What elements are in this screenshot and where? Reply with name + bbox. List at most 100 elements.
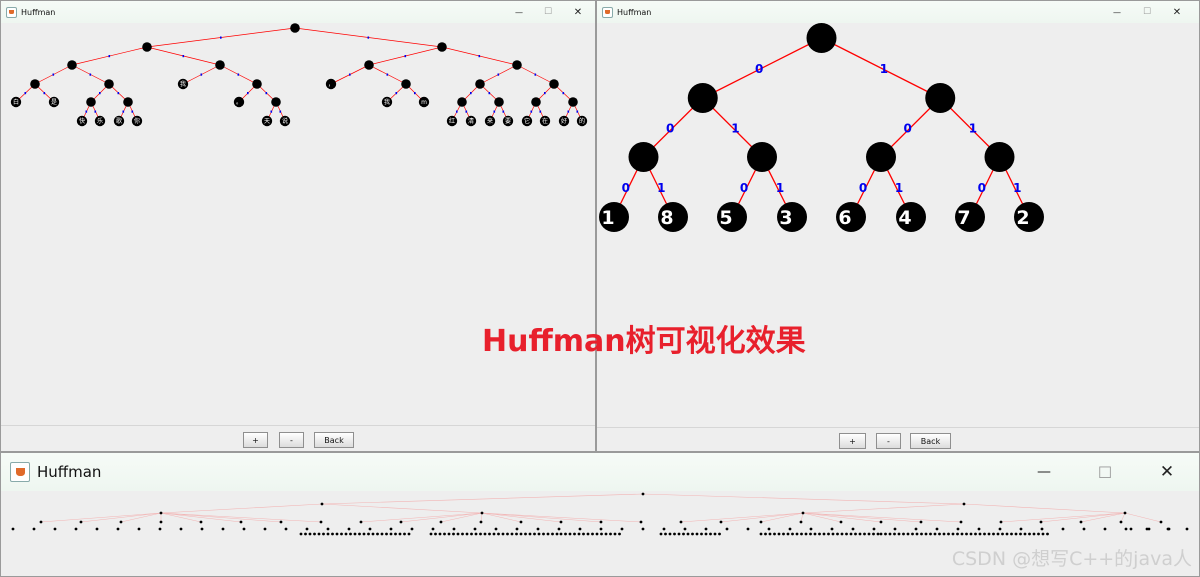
watermark: CSDN @想写C++的java人 (951, 548, 1192, 570)
edge-label-mark (108, 55, 111, 58)
tree-node (951, 532, 955, 536)
zoom-out-button[interactable]: - (876, 433, 901, 449)
tree-node (533, 532, 536, 536)
leaf-label: 要 (505, 118, 511, 125)
tree-node (947, 532, 950, 536)
minimize-button[interactable]: — (509, 1, 529, 23)
tree-node (447, 532, 451, 536)
tree-edge (802, 512, 962, 523)
tree-node (1185, 527, 1189, 531)
tree-node (116, 527, 120, 531)
tree-node (962, 502, 966, 506)
tree-node (470, 532, 473, 536)
leaf-label: 乐 (97, 118, 103, 125)
leaf-label: 我 (384, 98, 390, 106)
close-button[interactable]: ✕ (1151, 453, 1183, 491)
tree-node (465, 532, 469, 536)
tree-node (319, 520, 323, 524)
edge-label-mark (367, 36, 370, 39)
tree-node (479, 532, 482, 536)
tree-node (719, 520, 723, 524)
tree-node (551, 532, 554, 536)
tree-node (840, 532, 844, 536)
tree-node (700, 532, 703, 536)
tree-node (473, 527, 477, 531)
tree-edge (160, 503, 323, 514)
tree-node (987, 532, 991, 536)
tree-node (822, 532, 826, 536)
tree-node (827, 532, 830, 536)
leaf-label: 4 (898, 207, 911, 229)
tree-node (536, 527, 540, 531)
tree-node (977, 527, 981, 531)
tree-node (335, 532, 339, 536)
tree-node (725, 527, 729, 531)
tree-node (313, 532, 316, 536)
tree-edge (160, 512, 282, 523)
tree-node (344, 532, 348, 536)
tree-node (349, 532, 352, 536)
leaf-label: 我 (180, 80, 186, 88)
edge-label-mark (502, 110, 505, 113)
zoom-in-button[interactable]: + (839, 433, 866, 449)
edge-label-mark (247, 92, 249, 95)
tree-node (86, 97, 96, 107)
tree-node (299, 532, 303, 536)
edge-label-mark (534, 73, 537, 76)
leaf-label: 是 (51, 99, 57, 106)
tree-node (659, 532, 663, 536)
minimize-button[interactable]: — (1107, 1, 1127, 23)
tree-node (320, 502, 324, 506)
edge-label-mark (94, 110, 97, 113)
tree-node (221, 527, 225, 531)
tree-node (662, 527, 666, 531)
minimize-button[interactable]: — (1028, 453, 1060, 491)
tree-node (123, 97, 133, 107)
back-button[interactable]: Back (314, 432, 354, 448)
edge-label-mark (220, 36, 222, 39)
tree-node (924, 532, 928, 536)
tree-node (179, 527, 183, 531)
left-window-title: Huffman (21, 7, 56, 17)
tree-node (1046, 532, 1049, 536)
tree-node (897, 532, 901, 536)
tree-node (1023, 532, 1027, 536)
maximize-button[interactable]: ☐ (1137, 1, 1157, 23)
back-button[interactable]: Back (910, 433, 951, 449)
edge-label-mark (539, 110, 542, 113)
tree-node (925, 83, 956, 113)
close-button[interactable]: ✕ (1167, 1, 1187, 23)
edge-label-mark (544, 92, 546, 95)
tree-node (279, 520, 283, 524)
maximize-button[interactable]: ☐ (538, 1, 558, 23)
tree-node (978, 532, 982, 536)
edge-label-mark (89, 73, 92, 76)
tree-node (866, 142, 896, 172)
tree-node (403, 532, 406, 536)
tree-edge (481, 512, 562, 523)
tree-node (199, 520, 203, 524)
tree-node (764, 532, 767, 536)
leaf-label: 的 (579, 117, 585, 125)
left-window: Huffman — ☐ ✕ 我 ， 白 是 。 我 m 快 乐 歌 你 天 说 红 清 来 要 它 在 好 的 + - … (0, 0, 596, 452)
zoom-in-button[interactable]: + (243, 432, 268, 448)
tree-node (582, 532, 585, 536)
leaf-label: m (421, 99, 427, 106)
left-window-titlebar: Huffman — ☐ ✕ (1, 1, 595, 23)
edge-label: 1 (731, 122, 739, 136)
tree-node (641, 492, 645, 496)
tree-edge (481, 512, 642, 523)
maximize-button[interactable]: ☐ (1089, 453, 1121, 491)
tree-node (331, 532, 334, 536)
tree-node (704, 527, 708, 531)
tree-node (960, 532, 964, 536)
tree-node (512, 60, 522, 70)
zoom-out-button[interactable]: - (279, 432, 304, 448)
tree-node (604, 532, 608, 536)
tree-node (935, 527, 939, 531)
tree-node (969, 532, 973, 536)
edge-label: 1 (895, 181, 903, 195)
close-button[interactable]: ✕ (568, 1, 588, 23)
edge-label-mark (122, 110, 125, 113)
tree-node (1103, 527, 1107, 531)
